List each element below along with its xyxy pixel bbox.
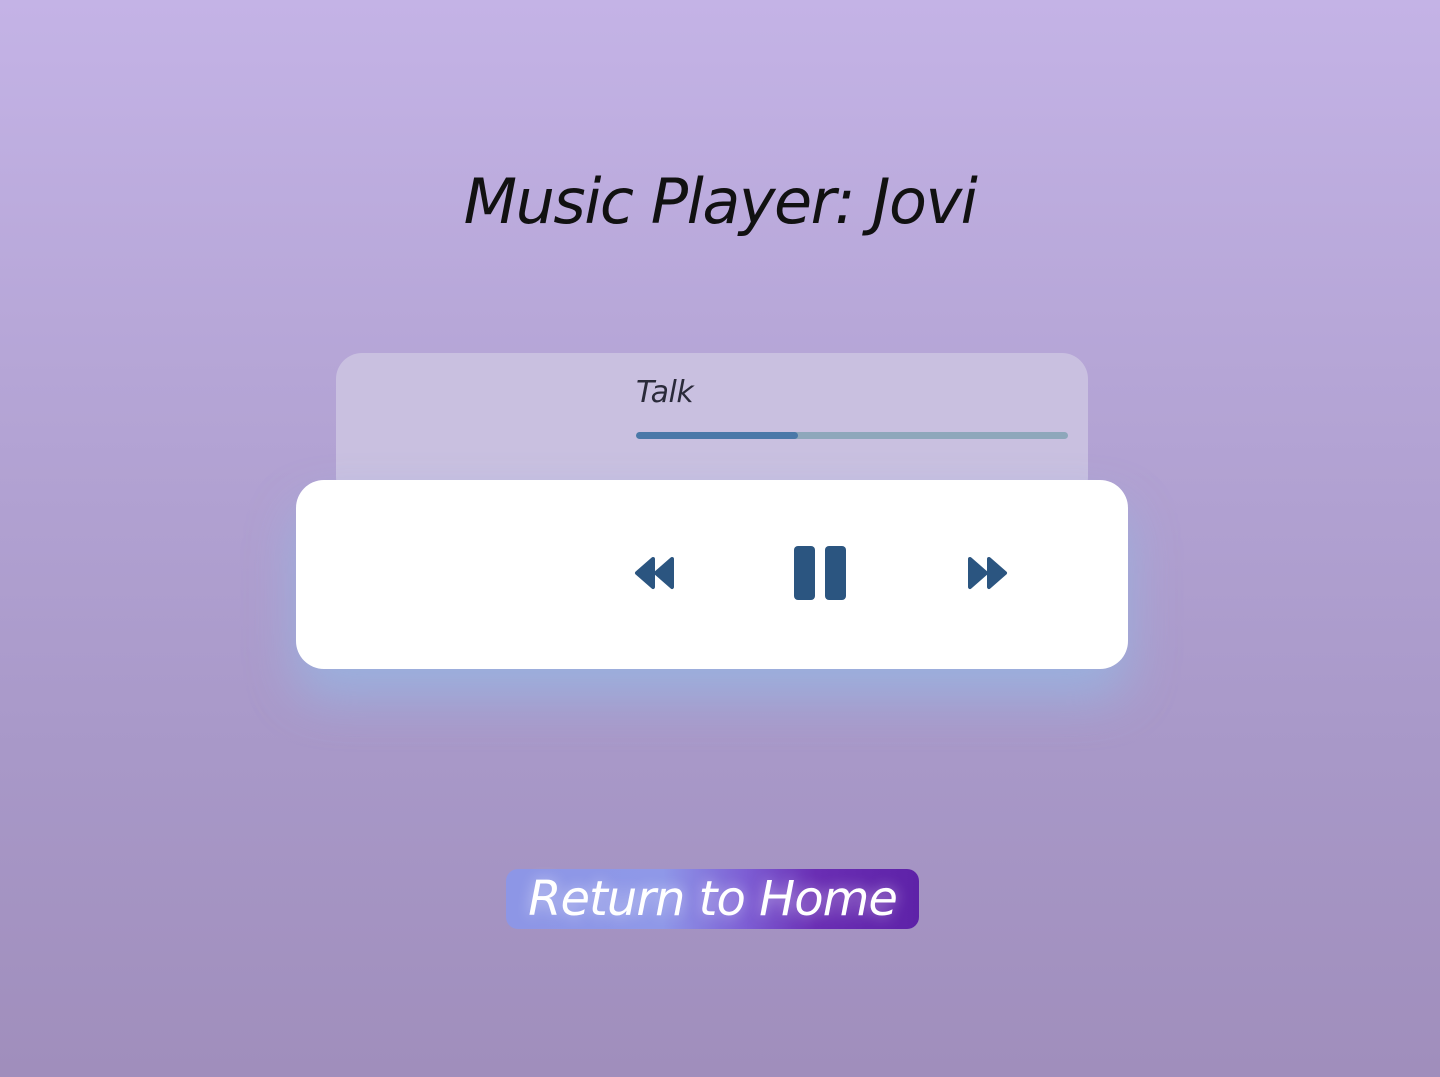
return-home-label: Return to Home	[528, 871, 898, 927]
return-home-button[interactable]: Return to Home	[506, 869, 919, 929]
progress-fill	[636, 432, 798, 439]
previous-button[interactable]	[632, 553, 678, 593]
track-name: Talk	[636, 375, 694, 410]
controls-card	[296, 480, 1128, 669]
rewind-icon	[634, 556, 676, 590]
pause-icon	[793, 545, 847, 601]
page-title: Music Player: Jovi	[463, 165, 978, 238]
pause-button[interactable]	[792, 543, 848, 603]
progress-bar[interactable]	[636, 432, 1068, 439]
next-button[interactable]	[964, 553, 1010, 593]
fast-forward-icon	[966, 556, 1008, 590]
